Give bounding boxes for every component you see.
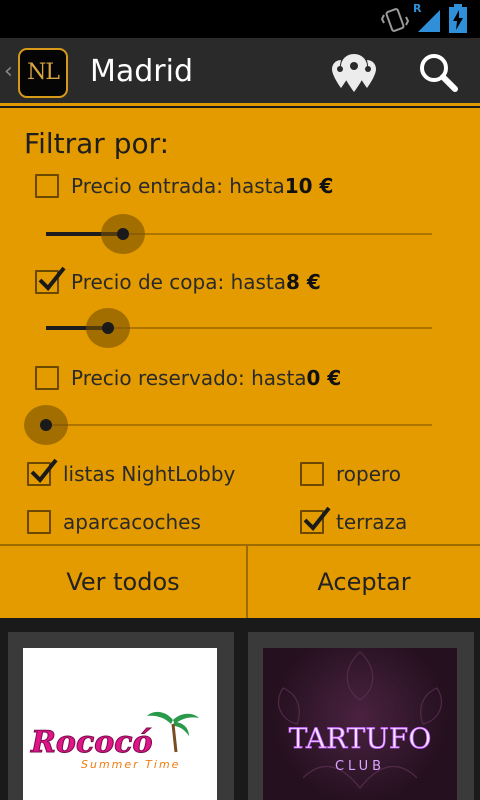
checkbox-aparcacoches[interactable] [27,510,51,534]
back-caret-icon[interactable]: ‹ [4,60,13,84]
slider-thumb[interactable] [101,214,145,254]
ropero-label: ropero [336,462,402,486]
tartufo-logo: TARTUFO CLUB [278,651,442,789]
precio-reservado-text: Precio reservado: hasta [71,366,307,390]
app-logo[interactable]: NL [18,48,68,98]
precio-entrada-value: 10 € [284,174,334,198]
action-bar: ‹ NL Madrid [0,38,480,106]
filter-panel: Filtrar por: Precio entrada: hasta10 € P… [0,108,480,618]
venue-image-rococo: Rococó Summer Time [23,648,217,800]
terraza-label: terraza [336,510,408,534]
venue-card-rococo[interactable]: Rococó Summer Time [8,632,234,800]
precio-reservado-value: 0 € [306,366,342,390]
venue-image-tartufo: TARTUFO CLUB [263,648,457,800]
checkmark-icon [38,266,66,291]
checkbox-precio-reservado[interactable] [35,366,59,390]
filter-heading: Filtrar por: [24,127,170,160]
button-row: Ver todos Aceptar [0,544,480,618]
listas-nightlobby-label: listas NightLobby [63,462,236,486]
vibrate-icon [380,8,410,32]
checkbox-precio-entrada[interactable] [35,174,59,198]
aparcacoches-label: aparcacoches [63,510,201,534]
rococo-logo: Rococó Summer Time [30,711,199,771]
precio-entrada-text: Precio entrada: hasta [71,174,285,198]
aceptar-button[interactable]: Aceptar [248,546,480,618]
status-bar: R [0,0,480,38]
precio-copa-text: Precio de copa: hasta [71,270,287,294]
ver-todos-button[interactable]: Ver todos [0,546,246,618]
precio-copa-value: 8 € [286,270,321,294]
slider-precio-reservado[interactable] [24,405,432,445]
page-title: Madrid [90,54,194,89]
checkmark-icon [30,458,58,483]
checkbox-terraza[interactable] [300,506,331,534]
battery-charging-icon [449,4,467,33]
slider-track [46,424,432,426]
precio-copa-label: Precio de copa: hasta8 € [71,270,321,294]
venue-subtitle-rococo: Summer Time [81,758,180,771]
signal-icon [418,10,440,32]
precio-entrada-label: Precio entrada: hasta10 € [71,174,333,198]
map-pins-icon[interactable] [329,48,379,98]
venue-subtitle-tartufo: CLUB [335,759,385,774]
checkmark-icon [303,506,331,531]
slider-precio-entrada[interactable] [46,214,432,254]
checkbox-precio-copa[interactable] [35,266,66,294]
slider-thumb[interactable] [86,308,130,348]
search-icon[interactable] [414,48,464,98]
venue-card-tartufo[interactable]: TARTUFO CLUB [248,632,474,800]
slider-precio-copa[interactable] [46,308,432,348]
slider-thumb[interactable] [24,405,68,445]
checkbox-listas-nightlobby[interactable] [27,458,58,486]
venue-name-rococo: Rococó [30,725,153,760]
venue-name-tartufo: TARTUFO [289,722,432,755]
precio-reservado-label: Precio reservado: hasta0 € [71,366,341,390]
checkbox-ropero[interactable] [300,462,324,486]
